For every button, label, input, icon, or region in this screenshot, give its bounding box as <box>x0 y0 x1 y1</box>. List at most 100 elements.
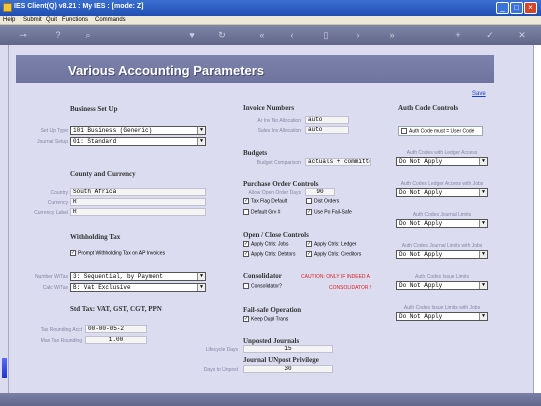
chevron-down-icon: ▼ <box>197 138 205 145</box>
use-po-checkbox[interactable]: ✓ Use Po Fail-Safe <box>306 209 352 215</box>
checkbox-icon: ✓ <box>306 241 312 247</box>
checkbox-icon <box>243 283 249 289</box>
ledger-access-label: Auth Codes with Ledger Access <box>406 150 478 156</box>
menu-functions[interactable]: Functions <box>62 17 88 23</box>
key-icon[interactable]: ⊸ <box>14 29 32 41</box>
country-currency-heading: County and Currency <box>70 170 136 178</box>
cancel-icon[interactable]: ✕ <box>516 29 528 41</box>
checkbox-icon: ✓ <box>306 209 312 215</box>
chevron-down-icon: ▼ <box>197 273 205 280</box>
check-icon[interactable]: ✓ <box>484 29 496 41</box>
rewind-icon[interactable]: « <box>256 29 268 41</box>
left-sidebar <box>0 45 8 393</box>
days-unpost-field[interactable]: 30 <box>243 365 333 373</box>
ledger-jobs-select[interactable]: Do Not Apply ▼ <box>396 188 488 197</box>
checkbox-icon <box>306 198 312 204</box>
heart-icon[interactable]: ♥ <box>186 29 198 41</box>
doc-icon[interactable]: ▯ <box>320 29 332 41</box>
chevron-down-icon: ▼ <box>479 282 487 289</box>
status-bar <box>0 393 541 406</box>
sidebar-tab[interactable] <box>2 358 7 378</box>
number-wf-select[interactable]: 3: Sequential, by Payment ▼ <box>70 272 206 281</box>
setup-type-label: Set Up Type <box>40 128 68 134</box>
ledger-access-select[interactable]: Do Not Apply ▼ <box>396 157 488 166</box>
unpost-priv-heading: Journal UNpost Privilege <box>243 356 319 364</box>
journal-limits-label: Auth Codes Journal Limits <box>412 212 472 218</box>
app-icon <box>3 3 12 12</box>
dist-orders-checkbox[interactable]: Dist Orders <box>306 198 339 204</box>
journal-setup-select[interactable]: 01: Standard ▼ <box>70 137 206 146</box>
ar-inv-field[interactable]: auto <box>305 116 349 124</box>
checkbox-icon <box>243 209 249 215</box>
checkbox-icon: ✓ <box>243 251 249 257</box>
sales-inv-field[interactable]: auto <box>305 126 349 134</box>
auth-heading: Auth Code Controls <box>398 104 459 112</box>
ar-inv-label: Ar Inv No Allocation <box>257 118 301 124</box>
chevron-down-icon: ▼ <box>479 158 487 165</box>
chevron-down-icon: ▼ <box>479 313 487 320</box>
help-icon[interactable]: ? <box>52 29 64 41</box>
country-field[interactable]: South Africa <box>70 188 206 196</box>
consolidator-warning: CAUTION: ONLY IF INDEED A <box>301 274 370 280</box>
country-label: Country <box>50 190 68 196</box>
ctrls-ledger-checkbox[interactable]: ✓ Apply Ctrls: Ledger <box>306 241 357 247</box>
setup-type-select[interactable]: 101 Business (Generic) ▼ <box>70 126 206 135</box>
forward-icon[interactable]: › <box>352 29 364 41</box>
sales-inv-label: Sales Inv Allocation <box>257 128 301 134</box>
lifecycle-days-label: Lifecycle Days <box>205 347 238 353</box>
chevron-down-icon: ▼ <box>197 127 205 134</box>
close-button[interactable]: × <box>524 2 537 14</box>
budgets-heading: Budgets <box>243 149 268 157</box>
issue-limits-select[interactable]: Do Not Apply ▼ <box>396 281 488 290</box>
refresh-icon[interactable]: ↻ <box>216 29 228 41</box>
menu-help[interactable]: Help <box>3 17 15 23</box>
fast-forward-icon[interactable]: » <box>386 29 398 41</box>
toolbar: ⊸ ? ⌕ ♥ ↻ « ‹ ▯ › » + ✓ ✕ <box>0 25 541 45</box>
search-icon[interactable]: ⌕ <box>82 29 94 41</box>
currency-label-field[interactable]: R <box>70 208 206 216</box>
rounding-acct-field[interactable]: 00-00-05-2 <box>85 325 147 333</box>
maximize-button[interactable]: □ <box>510 2 523 14</box>
chevron-down-icon: ▼ <box>197 284 205 291</box>
page-banner: Various Accounting Parameters <box>16 55 494 83</box>
keep-dupl-checkbox[interactable]: ✓ Keep Dupl Trans <box>243 316 288 322</box>
default-grv-checkbox[interactable]: Default Grv # <box>243 209 280 215</box>
issue-jobs-select[interactable]: Do Not Apply ▼ <box>396 312 488 321</box>
add-icon[interactable]: + <box>452 29 464 41</box>
ctrls-jobs-checkbox[interactable]: ✓ Apply Ctrls: Jobs <box>243 241 289 247</box>
auth-must-user-checkbox[interactable]: Auth Code must = User Code <box>398 126 483 137</box>
withholding-heading: Withholding Tax <box>70 233 121 241</box>
calc-wf-label: Calc W/Tax <box>42 285 68 291</box>
calc-wf-select[interactable]: B: Vat Exclusive ▼ <box>70 283 206 292</box>
minimize-button[interactable]: _ <box>496 2 509 14</box>
consolidator-checkbox[interactable]: Consolidator? <box>243 283 282 289</box>
invoice-numbers-heading: Invoice Numbers <box>243 104 295 112</box>
currency-field[interactable]: R <box>70 198 206 206</box>
currency-label: Currency <box>47 200 68 206</box>
rounding-field[interactable]: 1.00 <box>85 336 147 344</box>
menu-quit[interactable]: Quit <box>46 17 57 23</box>
journal-jobs-select[interactable]: Do Not Apply ▼ <box>396 250 488 259</box>
title-bar: IES Client(Q) v8.21 : My IES : [mode: Z]… <box>0 0 541 16</box>
menu-submit[interactable]: Submit <box>23 17 42 23</box>
tax-flag-checkbox[interactable]: ✓ Tax Flag Default <box>243 198 287 204</box>
ctrls-creditors-checkbox[interactable]: ✓ Apply Ctrls: Creditors <box>306 251 361 257</box>
rounding-label: Max Tax Rounding <box>40 338 82 344</box>
journal-limits-select[interactable]: Do Not Apply ▼ <box>396 219 488 228</box>
lifecycle-days-field[interactable]: 15 <box>243 345 333 353</box>
menu-commands[interactable]: Commands <box>95 17 126 23</box>
prompt-withholding-checkbox[interactable]: ✓ Prompt Withholding Tax on AP Invoices <box>70 250 165 256</box>
ctrls-debtors-checkbox[interactable]: ✓ Apply Ctrls: Debtors <box>243 251 295 257</box>
checkbox-icon: ✓ <box>70 250 76 256</box>
open-days-field[interactable]: 90 <box>305 188 335 196</box>
save-link[interactable]: Save <box>472 91 486 97</box>
open-days-label: Allow Open Order Days <box>248 190 301 196</box>
chevron-down-icon: ▼ <box>479 220 487 227</box>
back-icon[interactable]: ‹ <box>286 29 298 41</box>
chevron-down-icon: ▼ <box>479 189 487 196</box>
std-tax-heading: Std Tax: VAT, GST, CGT, PPN <box>70 305 162 313</box>
checkbox-icon <box>401 128 407 134</box>
budget-comparison-field[interactable]: actuals + committe <box>305 158 371 166</box>
journal-setup-label: Journal Setup <box>37 139 68 145</box>
po-controls-heading: Purchase Order Controls <box>243 180 319 188</box>
